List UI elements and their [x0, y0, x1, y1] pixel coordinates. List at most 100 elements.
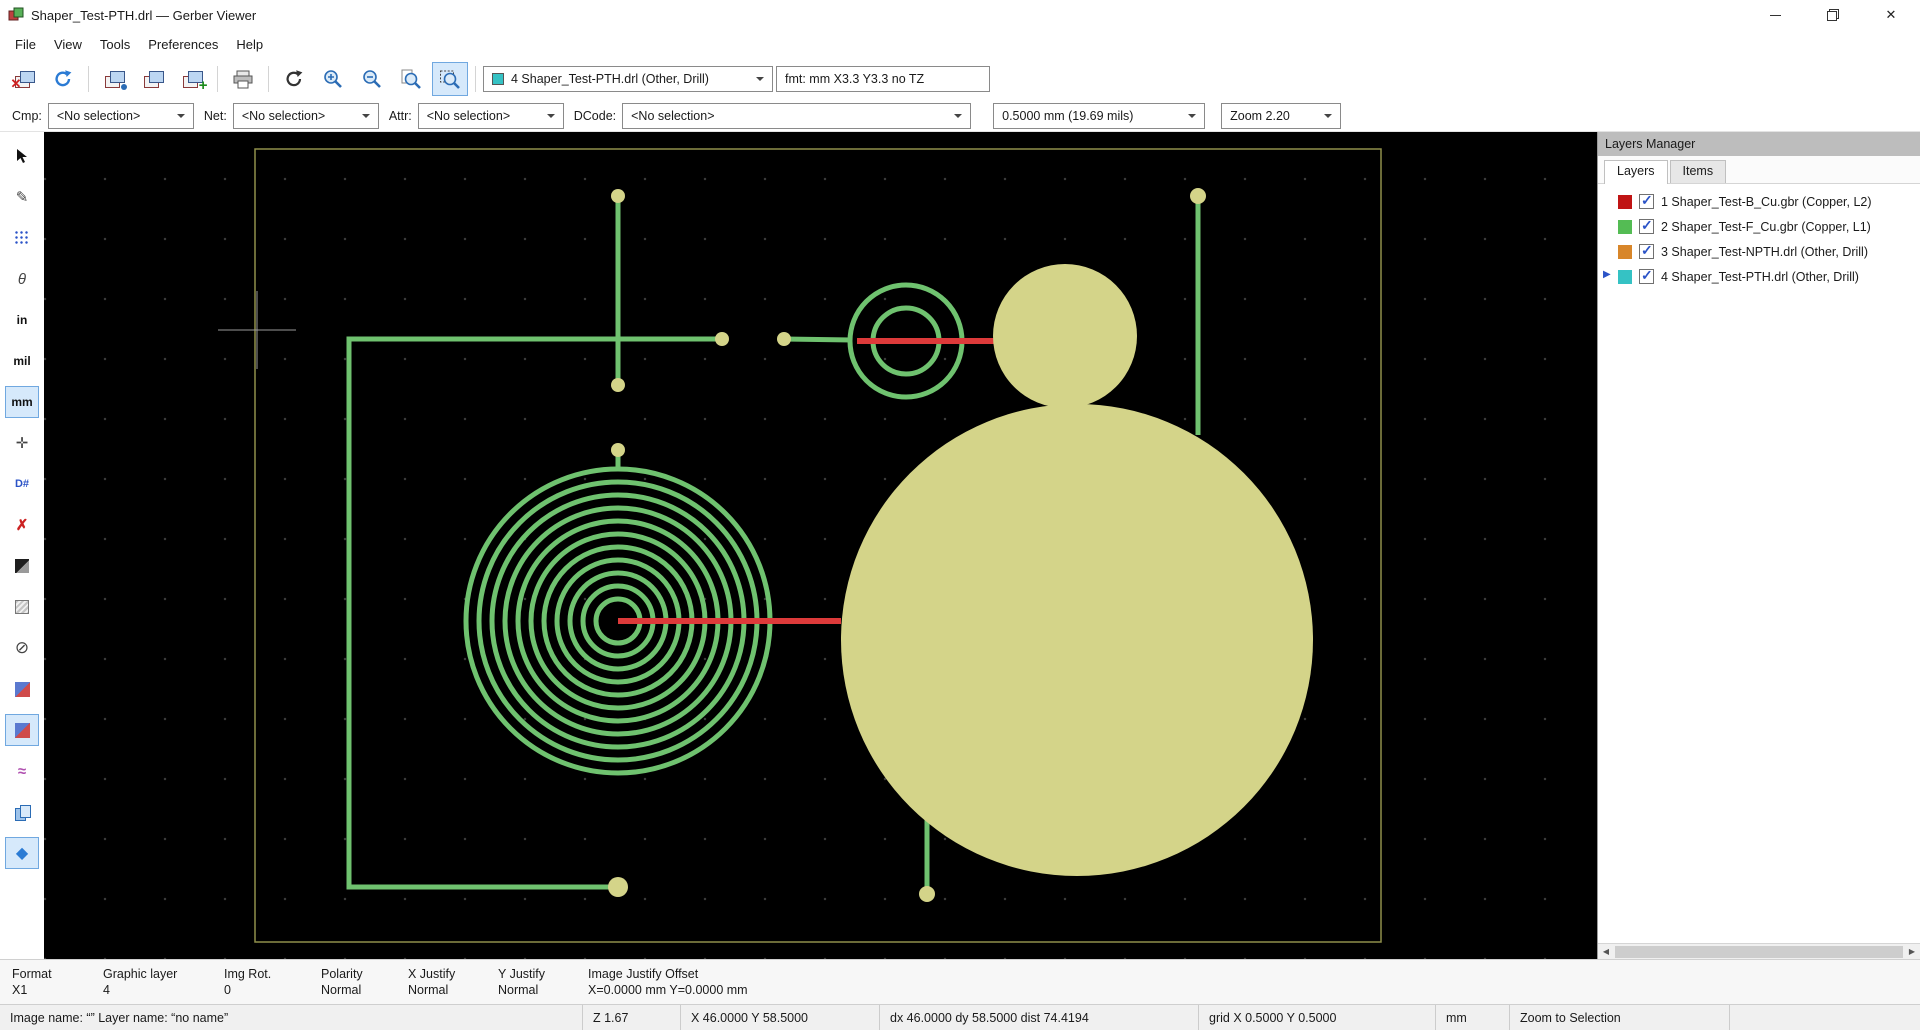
units-mm-button[interactable]: mm — [5, 386, 39, 418]
tab-items[interactable]: Items — [1670, 160, 1727, 184]
grid-visibility-button[interactable] — [5, 222, 39, 254]
measure-tool-button[interactable]: ✎ — [5, 181, 39, 213]
layer-color-swatch — [1618, 220, 1632, 234]
tab-layers[interactable]: Layers — [1604, 160, 1668, 184]
menu-file[interactable]: File — [6, 33, 45, 56]
layer-row-1[interactable]: 1 Shaper_Test-B_Cu.gbr (Copper, L2) — [1598, 189, 1920, 214]
layers-manager-toggle-button[interactable]: ◆ — [5, 837, 39, 869]
layer-label: 4 Shaper_Test-PTH.drl (Other, Drill) — [1661, 270, 1859, 284]
status-zoom-mode: Zoom to Selection — [1510, 1005, 1730, 1030]
zoom-out-button[interactable] — [354, 62, 390, 96]
grid-icon — [14, 230, 30, 246]
reload-all-layers-button[interactable] — [45, 62, 81, 96]
zoom-to-selection-button[interactable] — [432, 62, 468, 96]
print-button[interactable] — [225, 62, 261, 96]
component-select[interactable]: <No selection> — [48, 103, 194, 129]
redraw-view-button[interactable] — [276, 62, 312, 96]
menu-tools[interactable]: Tools — [91, 33, 139, 56]
high-contrast-mode-button[interactable] — [5, 714, 39, 746]
layers-list: 1 Shaper_Test-B_Cu.gbr (Copper, L2) 2 Sh… — [1598, 183, 1920, 943]
polar-coords-icon: θ — [18, 271, 26, 288]
layer-row-3[interactable]: 3 Shaper_Test-NPTH.drl (Other, Drill) — [1598, 239, 1920, 264]
zoom-fit-button[interactable] — [393, 62, 429, 96]
layer-visibility-checkbox[interactable] — [1639, 194, 1654, 209]
menubar: File View Tools Preferences Help — [0, 30, 1920, 58]
filter-toolbar: Cmp: <No selection> Net: <No selection> … — [0, 100, 1920, 132]
active-layer-arrow-icon: ▶ — [1603, 269, 1611, 280]
zoom-fit-icon — [400, 68, 422, 90]
menu-view[interactable]: View — [45, 33, 91, 56]
high-contrast-icon — [15, 723, 30, 738]
open-job-file-button[interactable]: + — [174, 62, 210, 96]
menu-preferences[interactable]: Preferences — [139, 33, 227, 56]
clear-all-layers-button[interactable]: ✕ — [6, 62, 42, 96]
format-info-field[interactable] — [776, 66, 990, 92]
main-area: ✎ θ in mil mm ✛ D# ✗ ⊘ ≈ ◆ — [0, 132, 1920, 959]
diff-mode-button[interactable] — [5, 673, 39, 705]
minimize-button[interactable] — [1746, 0, 1804, 30]
open-drill-icon — [143, 70, 164, 88]
status-cursor-position: X 46.0000 Y 58.5000 — [681, 1005, 880, 1030]
window-title: Shaper_Test-PTH.drl — Gerber Viewer — [31, 8, 256, 23]
measure-icon: ✎ — [16, 188, 29, 206]
status-relative-position: dx 46.0000 dy 58.5000 dist 74.4194 — [880, 1005, 1199, 1030]
xor-mode-button[interactable]: ≈ — [5, 755, 39, 787]
units-inches-button[interactable]: in — [5, 304, 39, 336]
polar-coordinates-button[interactable]: θ — [5, 263, 39, 295]
flip-view-button[interactable] — [5, 796, 39, 828]
cursor-shape-button[interactable]: ✛ — [5, 427, 39, 459]
status-image-layer-name: Image name: “” Layer name: “no name” — [0, 1005, 583, 1030]
active-layer-color-swatch — [492, 73, 504, 85]
inches-units-icon: in — [17, 313, 28, 327]
attr-label: Attr: — [389, 109, 412, 123]
zoom-in-button[interactable] — [315, 62, 351, 96]
layer-row-4[interactable]: ▶ 4 Shaper_Test-PTH.drl (Other, Drill) — [1598, 264, 1920, 289]
scrollbar-thumb[interactable] — [1615, 946, 1903, 958]
status-grid-size: grid X 0.5000 Y 0.5000 — [1199, 1005, 1436, 1030]
attribute-select-value: <No selection> — [427, 109, 510, 123]
scroll-left-icon[interactable]: ◀ — [1598, 947, 1614, 956]
flip-view-icon — [14, 805, 31, 820]
zoom-select[interactable]: Zoom 2.20 — [1221, 103, 1341, 129]
open-gerber-file-button[interactable] — [96, 62, 132, 96]
dcode-select-value: <No selection> — [631, 109, 714, 123]
flashed-items-sketch-button[interactable]: ✗ — [5, 509, 39, 541]
layer-row-2[interactable]: 2 Shaper_Test-F_Cu.gbr (Copper, L1) — [1598, 214, 1920, 239]
layer-visibility-checkbox[interactable] — [1639, 219, 1654, 234]
layer-visibility-checkbox[interactable] — [1639, 244, 1654, 259]
scroll-right-icon[interactable]: ▶ — [1904, 947, 1920, 956]
close-button[interactable]: ✕ — [1862, 0, 1920, 30]
toolbar-separator — [268, 66, 269, 92]
negative-objects-button[interactable]: ⊘ — [5, 632, 39, 664]
reload-icon — [52, 68, 74, 90]
xor-mode-icon: ≈ — [18, 763, 26, 780]
layers-horizontal-scrollbar[interactable]: ◀ ▶ — [1598, 943, 1920, 959]
polygons-sketch-mode-button[interactable] — [5, 591, 39, 623]
menu-help[interactable]: Help — [227, 33, 272, 56]
app-icon — [8, 7, 24, 23]
flashed-sketch-icon: ✗ — [16, 516, 29, 534]
net-select[interactable]: <No selection> — [233, 103, 379, 129]
maximize-button[interactable] — [1804, 0, 1862, 30]
status-units: mm — [1436, 1005, 1510, 1030]
attribute-select[interactable]: <No selection> — [418, 103, 564, 129]
gerber-canvas[interactable] — [44, 132, 1597, 959]
lines-sketch-mode-button[interactable] — [5, 550, 39, 582]
units-mils-button[interactable]: mil — [5, 345, 39, 377]
toolbar-separator — [88, 66, 89, 92]
layer-visibility-checkbox[interactable] — [1639, 269, 1654, 284]
layer-label: 3 Shaper_Test-NPTH.drl (Other, Drill) — [1661, 245, 1868, 259]
open-drill-file-button[interactable] — [135, 62, 171, 96]
dcode-select[interactable]: <No selection> — [622, 103, 971, 129]
active-layer-select[interactable]: 4 Shaper_Test-PTH.drl (Other, Drill) — [483, 66, 773, 92]
selection-tool-button[interactable] — [5, 140, 39, 172]
status-x-justify: X JustifyNormal — [408, 960, 498, 1004]
show-dcodes-button[interactable]: D# — [5, 468, 39, 500]
status-y-justify: Y JustifyNormal — [498, 960, 588, 1004]
polygons-sketch-icon — [15, 600, 29, 614]
status-graphic-layer: Graphic layer4 — [103, 960, 224, 1004]
status-polarity: PolarityNormal — [321, 960, 408, 1004]
grid-size-select[interactable]: 0.5000 mm (19.69 mils) — [993, 103, 1205, 129]
gerber-viewer-window: Shaper_Test-PTH.drl — Gerber Viewer ✕ Fi… — [0, 0, 1920, 1030]
redraw-icon — [283, 68, 305, 90]
